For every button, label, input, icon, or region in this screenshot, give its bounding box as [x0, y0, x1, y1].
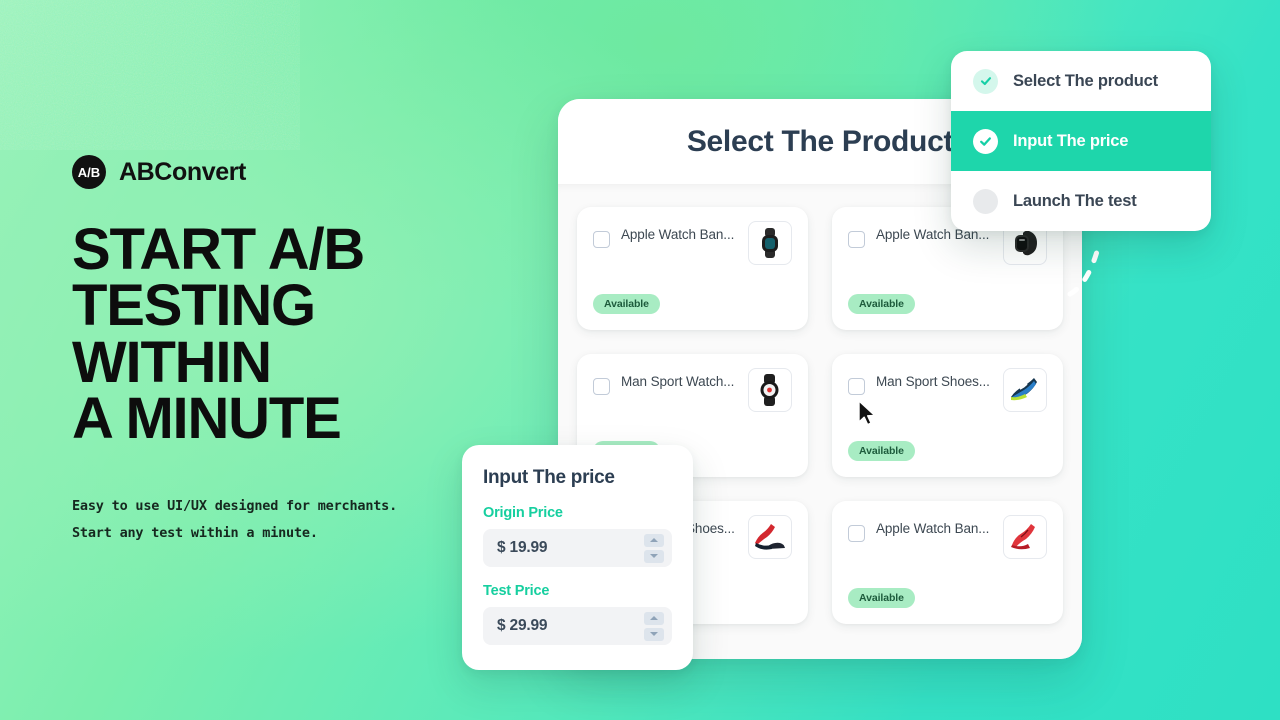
origin-price-value: $ 19.99 [497, 539, 548, 556]
step-item-input-price[interactable]: Input The price [951, 111, 1211, 171]
test-price-input[interactable]: $ 29.99 [483, 607, 672, 645]
product-card[interactable]: Apple Watch Ban... Available [832, 501, 1063, 624]
status-badge: Available [848, 441, 915, 461]
subtitle-line-2: Start any test within a minute. [72, 525, 318, 541]
brand-lockup: A/B ABConvert [72, 155, 502, 189]
product-checkbox[interactable] [848, 525, 865, 542]
price-card-title: Input The price [483, 467, 615, 488]
product-name: Man Sport Shoes... [876, 374, 990, 389]
status-badge: Available [848, 294, 915, 314]
origin-price-label: Origin Price [483, 505, 563, 521]
check-icon [973, 128, 998, 154]
input-price-card: Input The price Origin Price $ 19.99 Tes… [462, 445, 693, 670]
subtitle-line-1: Easy to use UI/UX designed for merchants… [72, 498, 398, 514]
status-badge: Available [848, 588, 915, 608]
product-name: Apple Watch Ban... [876, 521, 990, 536]
headline-line-3: WITHIN [72, 329, 272, 395]
red-black-sneaker-icon [748, 515, 792, 559]
origin-price-stepper[interactable] [644, 533, 664, 563]
headline-line-2: TESTING [72, 273, 316, 339]
product-card[interactable]: Man Sport Shoes... Available [832, 354, 1063, 477]
ab-logo-icon: A/B [72, 155, 106, 189]
product-name: Apple Watch Ban... [621, 227, 735, 242]
background-grain [0, 0, 300, 150]
blue-sneaker-icon [1003, 368, 1047, 412]
check-icon [973, 68, 998, 94]
empty-circle-icon [973, 188, 998, 214]
steps-panel: Select The product Input The price Launc… [951, 51, 1211, 231]
svg-text:A/B: A/B [78, 165, 100, 180]
test-price-label: Test Price [483, 583, 550, 599]
origin-price-input[interactable]: $ 19.99 [483, 529, 672, 567]
black-smartwatch-icon [748, 221, 792, 265]
hero-section: A/B ABConvert START A/B TESTING WITHIN A… [72, 155, 502, 547]
product-card[interactable]: Apple Watch Ban... Available [577, 207, 808, 330]
stepper-down-button[interactable] [644, 549, 664, 563]
step-label: Launch The test [1013, 191, 1137, 210]
product-checkbox[interactable] [848, 231, 865, 248]
product-checkbox[interactable] [848, 378, 865, 395]
panel-title: Select The Product [686, 124, 954, 158]
step-item-select-product[interactable]: Select The product [951, 51, 1211, 111]
product-name: Man Sport Watch... [621, 374, 735, 389]
product-checkbox[interactable] [593, 378, 610, 395]
stepper-up-button[interactable] [644, 533, 664, 547]
test-price-value: $ 29.99 [497, 617, 548, 634]
hero-subtitle: Easy to use UI/UX designed for merchants… [72, 493, 502, 547]
status-badge: Available [593, 294, 660, 314]
step-label: Input The price [1013, 131, 1129, 150]
headline-line-1: START A/B [72, 217, 365, 282]
step-label: Select The product [1013, 71, 1158, 90]
test-price-stepper[interactable] [644, 611, 664, 641]
red-sneaker-icon [1003, 515, 1047, 559]
black-sport-watch-icon [748, 368, 792, 412]
step-item-launch-test[interactable]: Launch The test [951, 171, 1211, 231]
stepper-down-button[interactable] [644, 627, 664, 641]
headline-line-4: A MINUTE [72, 385, 342, 451]
page-title: START A/B TESTING WITHIN A MINUTE [72, 217, 502, 451]
product-checkbox[interactable] [593, 231, 610, 248]
stepper-up-button[interactable] [644, 611, 664, 625]
brand-name: ABConvert [119, 157, 246, 186]
